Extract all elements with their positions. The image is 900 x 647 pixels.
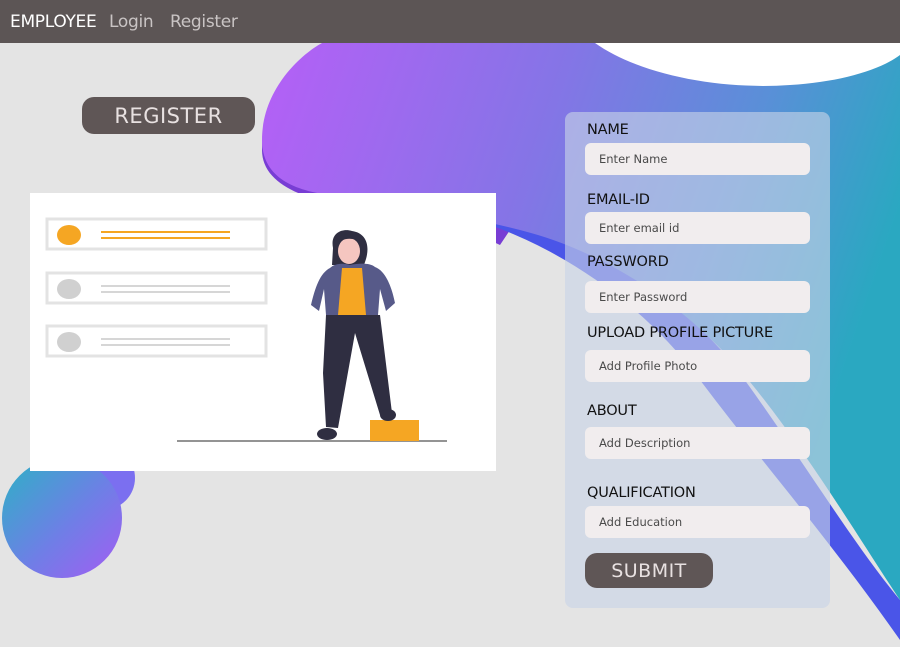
email-label: EMAIL-ID [587,192,650,208]
password-label: PASSWORD [587,254,669,270]
name-input[interactable] [585,143,810,175]
qualification-label: QUALIFICATION [587,485,696,501]
profile-picture-label: UPLOAD PROFILE PICTURE [587,325,773,341]
password-input[interactable] [585,281,810,313]
person-with-list-illustration [45,217,447,442]
registration-form: NAME EMAIL-ID PASSWORD UPLOAD PROFILE PI… [565,112,830,608]
nav-link-login[interactable]: Login [109,12,154,32]
about-input[interactable] [585,427,810,459]
illustration-card [30,193,496,471]
profile-picture-input[interactable] [585,350,810,382]
about-label: ABOUT [587,403,637,419]
submit-button[interactable]: SUBMIT [585,553,713,588]
nav-link-register[interactable]: Register [170,12,238,32]
register-heading-badge: REGISTER [82,97,255,134]
email-input[interactable] [585,212,810,244]
name-label: NAME [587,122,629,138]
navbar: EMPLOYEE Login Register [0,0,900,43]
qualification-input[interactable] [585,506,810,538]
brand-logo[interactable]: EMPLOYEE [10,12,97,32]
